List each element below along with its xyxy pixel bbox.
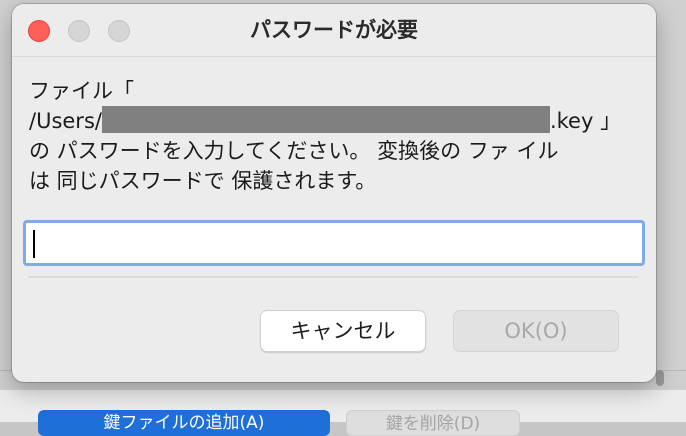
background-scrollbar[interactable] (656, 370, 664, 386)
ok-button[interactable]: OK(O) (453, 310, 619, 352)
dialog-title: パスワードが必要 (250, 18, 418, 42)
message-file-path: /Users/ .key 」 (29, 106, 641, 136)
divider (28, 276, 638, 278)
dialog-message: ファイル「 /Users/ .key 」 の パスワードを入力してください。 変換… (29, 76, 641, 196)
title-bar: パスワードが必要 (12, 4, 656, 57)
cancel-button[interactable]: キャンセル (260, 310, 426, 352)
password-dialog: パスワードが必要 ファイル「 /Users/ .key 」 の パスワードを入力し… (12, 4, 656, 382)
path-prefix: /Users/ (29, 109, 102, 133)
message-line-4: は 同じパスワードで 保護されます。 (29, 169, 377, 193)
message-line-1: ファイル「 (29, 79, 134, 103)
delete-key-button[interactable]: 鍵を削除(D) (346, 410, 520, 436)
add-key-file-button[interactable]: 鍵ファイルの追加(A) (38, 410, 330, 436)
path-suffix: .key 」 (549, 109, 622, 133)
redacted-path (101, 106, 550, 133)
password-input[interactable] (23, 220, 645, 266)
text-caret (33, 230, 35, 258)
message-line-3: の パスワードを入力してください。 変換後の ファ イル (29, 139, 559, 163)
